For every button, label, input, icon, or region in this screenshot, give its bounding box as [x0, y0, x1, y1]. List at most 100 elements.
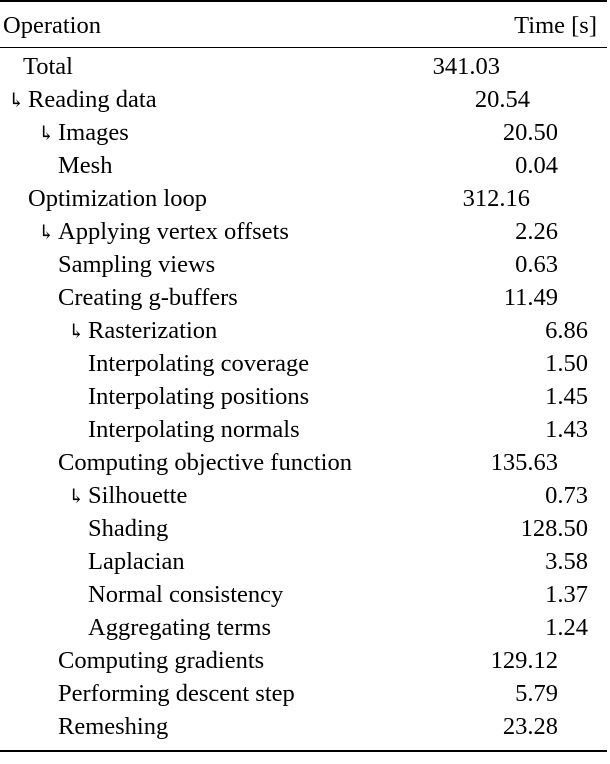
child-arrow-spacer: ↳ [38, 251, 58, 282]
operation-label-wrap: ↳Laplacian [68, 546, 185, 579]
operation-label: Normal consistency [88, 581, 284, 608]
child-arrow-spacer: ↳ [68, 548, 88, 579]
operation-label: Interpolating coverage [88, 350, 310, 377]
row-time-value: 3.58 [545, 548, 588, 575]
row-time-value: 23.28 [502, 713, 558, 740]
row-operation-cell: ↳Performing descent step [0, 678, 376, 711]
row-operation-cell: ↳ Applying vertex offsets [0, 216, 376, 249]
row-operation-cell: ↳Aggregating terms [0, 612, 376, 645]
child-arrow-spacer: ↳ [8, 185, 28, 216]
row-time-value: 5.79 [515, 680, 558, 707]
operation-label-wrap: ↳Shading [68, 513, 168, 546]
row-time-value: 135.63 [490, 449, 558, 476]
operation-label: Interpolating normals [88, 416, 300, 443]
child-arrow-spacer: ↳ [38, 647, 58, 678]
table-row: ↳Creating g-buffers 11.49 [0, 282, 607, 315]
row-operation-cell: ↳Normal consistency [0, 579, 376, 612]
table-row: ↳ Images 20.50 [0, 117, 607, 150]
operation-label-wrap: ↳ Images [38, 117, 129, 150]
row-operation-cell: ↳Mesh [0, 150, 376, 183]
operation-label: Silhouette [88, 482, 188, 509]
operation-label: Performing descent step [58, 680, 295, 707]
operation-label-wrap: ↳ Applying vertex offsets [38, 216, 289, 249]
operation-label-wrap: ↳Sampling views [38, 249, 215, 282]
bottom-rule-row [0, 750, 607, 752]
header-labels-row: Operation Time [s] [0, 7, 607, 47]
child-arrow-spacer: ↳ [38, 713, 58, 744]
child-arrow-spacer: ↳ [68, 383, 88, 414]
row-operation-cell: ↳Interpolating positions [0, 381, 376, 414]
row-operation-cell: ↳Shading [0, 513, 376, 546]
operation-label: Laplacian [88, 548, 185, 575]
operation-label: Mesh [58, 152, 113, 179]
row-time-value: 2.26 [515, 218, 558, 245]
row-time-value: 0.04 [515, 152, 558, 179]
row-time-value: 128.50 [520, 515, 588, 542]
operation-label-wrap: ↳Computing gradients [38, 645, 264, 678]
row-time-value: 1.50 [545, 350, 588, 377]
child-arrow-spacer: ↳ [38, 152, 58, 183]
row-time-value: 20.54 [474, 86, 530, 113]
row-operation-cell: ↳Sampling views [0, 249, 376, 282]
child-arrow-icon: ↳ [68, 486, 85, 508]
operation-label-wrap: ↳Normal consistency [68, 579, 283, 612]
column-header-time: Time [s] [514, 12, 597, 39]
table-row: ↳Aggregating terms 1.24 [0, 612, 607, 645]
row-operation-cell: ↳ Reading data [0, 84, 376, 117]
table-row: ↳ Silhouette 0.73 [0, 480, 607, 513]
child-arrow-icon: ↳ [68, 321, 85, 343]
bottom-rule-cell [0, 750, 607, 752]
row-time-value: 312.16 [462, 185, 530, 212]
child-arrow-spacer: ↳ [38, 284, 58, 315]
operation-label-wrap: ↳ Reading data [8, 84, 157, 117]
table-row: ↳Mesh 0.04 [0, 150, 607, 183]
child-arrow-spacer: ↳ [38, 680, 58, 711]
row-operation-cell: ↳Total [0, 51, 376, 84]
table-footer [0, 744, 607, 752]
row-operation-cell: ↳Creating g-buffers [0, 282, 376, 315]
operation-label-wrap: ↳Computing objective function [38, 447, 352, 480]
timing-table-container: Operation Time [s] ↳Total341.03↳Reading … [0, 0, 610, 764]
child-arrow-spacer: ↳ [3, 53, 23, 84]
row-time-value: 6.86 [545, 317, 588, 344]
child-arrow-spacer: ↳ [68, 515, 88, 546]
operation-label-wrap: ↳ Silhouette [68, 480, 187, 513]
operation-label-wrap: ↳Aggregating terms [68, 612, 271, 645]
row-operation-cell: ↳Computing objective function [0, 447, 376, 480]
operation-label: Applying vertex offsets [58, 218, 289, 245]
operation-label-wrap: ↳Optimization loop [8, 183, 207, 216]
table-row: ↳ Rasterization 6.86 [0, 315, 607, 348]
row-operation-cell: ↳ Silhouette [0, 480, 376, 513]
operation-label-wrap: ↳Interpolating normals [68, 414, 300, 447]
operation-label: Sampling views [58, 251, 216, 278]
row-time-value: 11.49 [503, 284, 558, 311]
table-row: ↳Optimization loop 312.16 [0, 183, 607, 216]
row-operation-cell: ↳Interpolating coverage [0, 348, 376, 381]
child-arrow-spacer: ↳ [68, 614, 88, 645]
operation-label: Rasterization [88, 317, 218, 344]
operation-label: Computing objective function [58, 449, 352, 476]
row-operation-cell: ↳ Images [0, 117, 376, 150]
operation-label: Computing gradients [58, 647, 265, 674]
table-row: ↳Normal consistency 1.37 [0, 579, 607, 612]
child-arrow-icon: ↳ [38, 222, 55, 244]
table-row: ↳Computing gradients 129.12 [0, 645, 607, 678]
child-arrow-icon: ↳ [38, 123, 55, 145]
child-arrow-spacer: ↳ [38, 449, 58, 480]
row-time-value: 20.50 [502, 119, 558, 146]
operation-label: Creating g-buffers [58, 284, 238, 311]
operation-label: Aggregating terms [88, 614, 272, 641]
table-row: ↳Shading 128.50 [0, 513, 607, 546]
operation-label: Optimization loop [28, 185, 207, 212]
row-time-value: 1.43 [545, 416, 588, 443]
row-time-value: 0.63 [515, 251, 558, 278]
table-row: ↳ Reading data 20.54 [0, 84, 607, 117]
operation-label: Reading data [28, 86, 157, 113]
table-row: ↳Computing objective function 135.63 [0, 447, 607, 480]
table-row: ↳Performing descent step 5.79 [0, 678, 607, 711]
operation-label-wrap: ↳Creating g-buffers [38, 282, 238, 315]
row-operation-cell: ↳ Rasterization [0, 315, 376, 348]
row-time-value: 1.37 [545, 581, 588, 608]
operation-label-wrap: ↳ Rasterization [68, 315, 217, 348]
table-row: ↳ Applying vertex offsets 2.26 [0, 216, 607, 249]
